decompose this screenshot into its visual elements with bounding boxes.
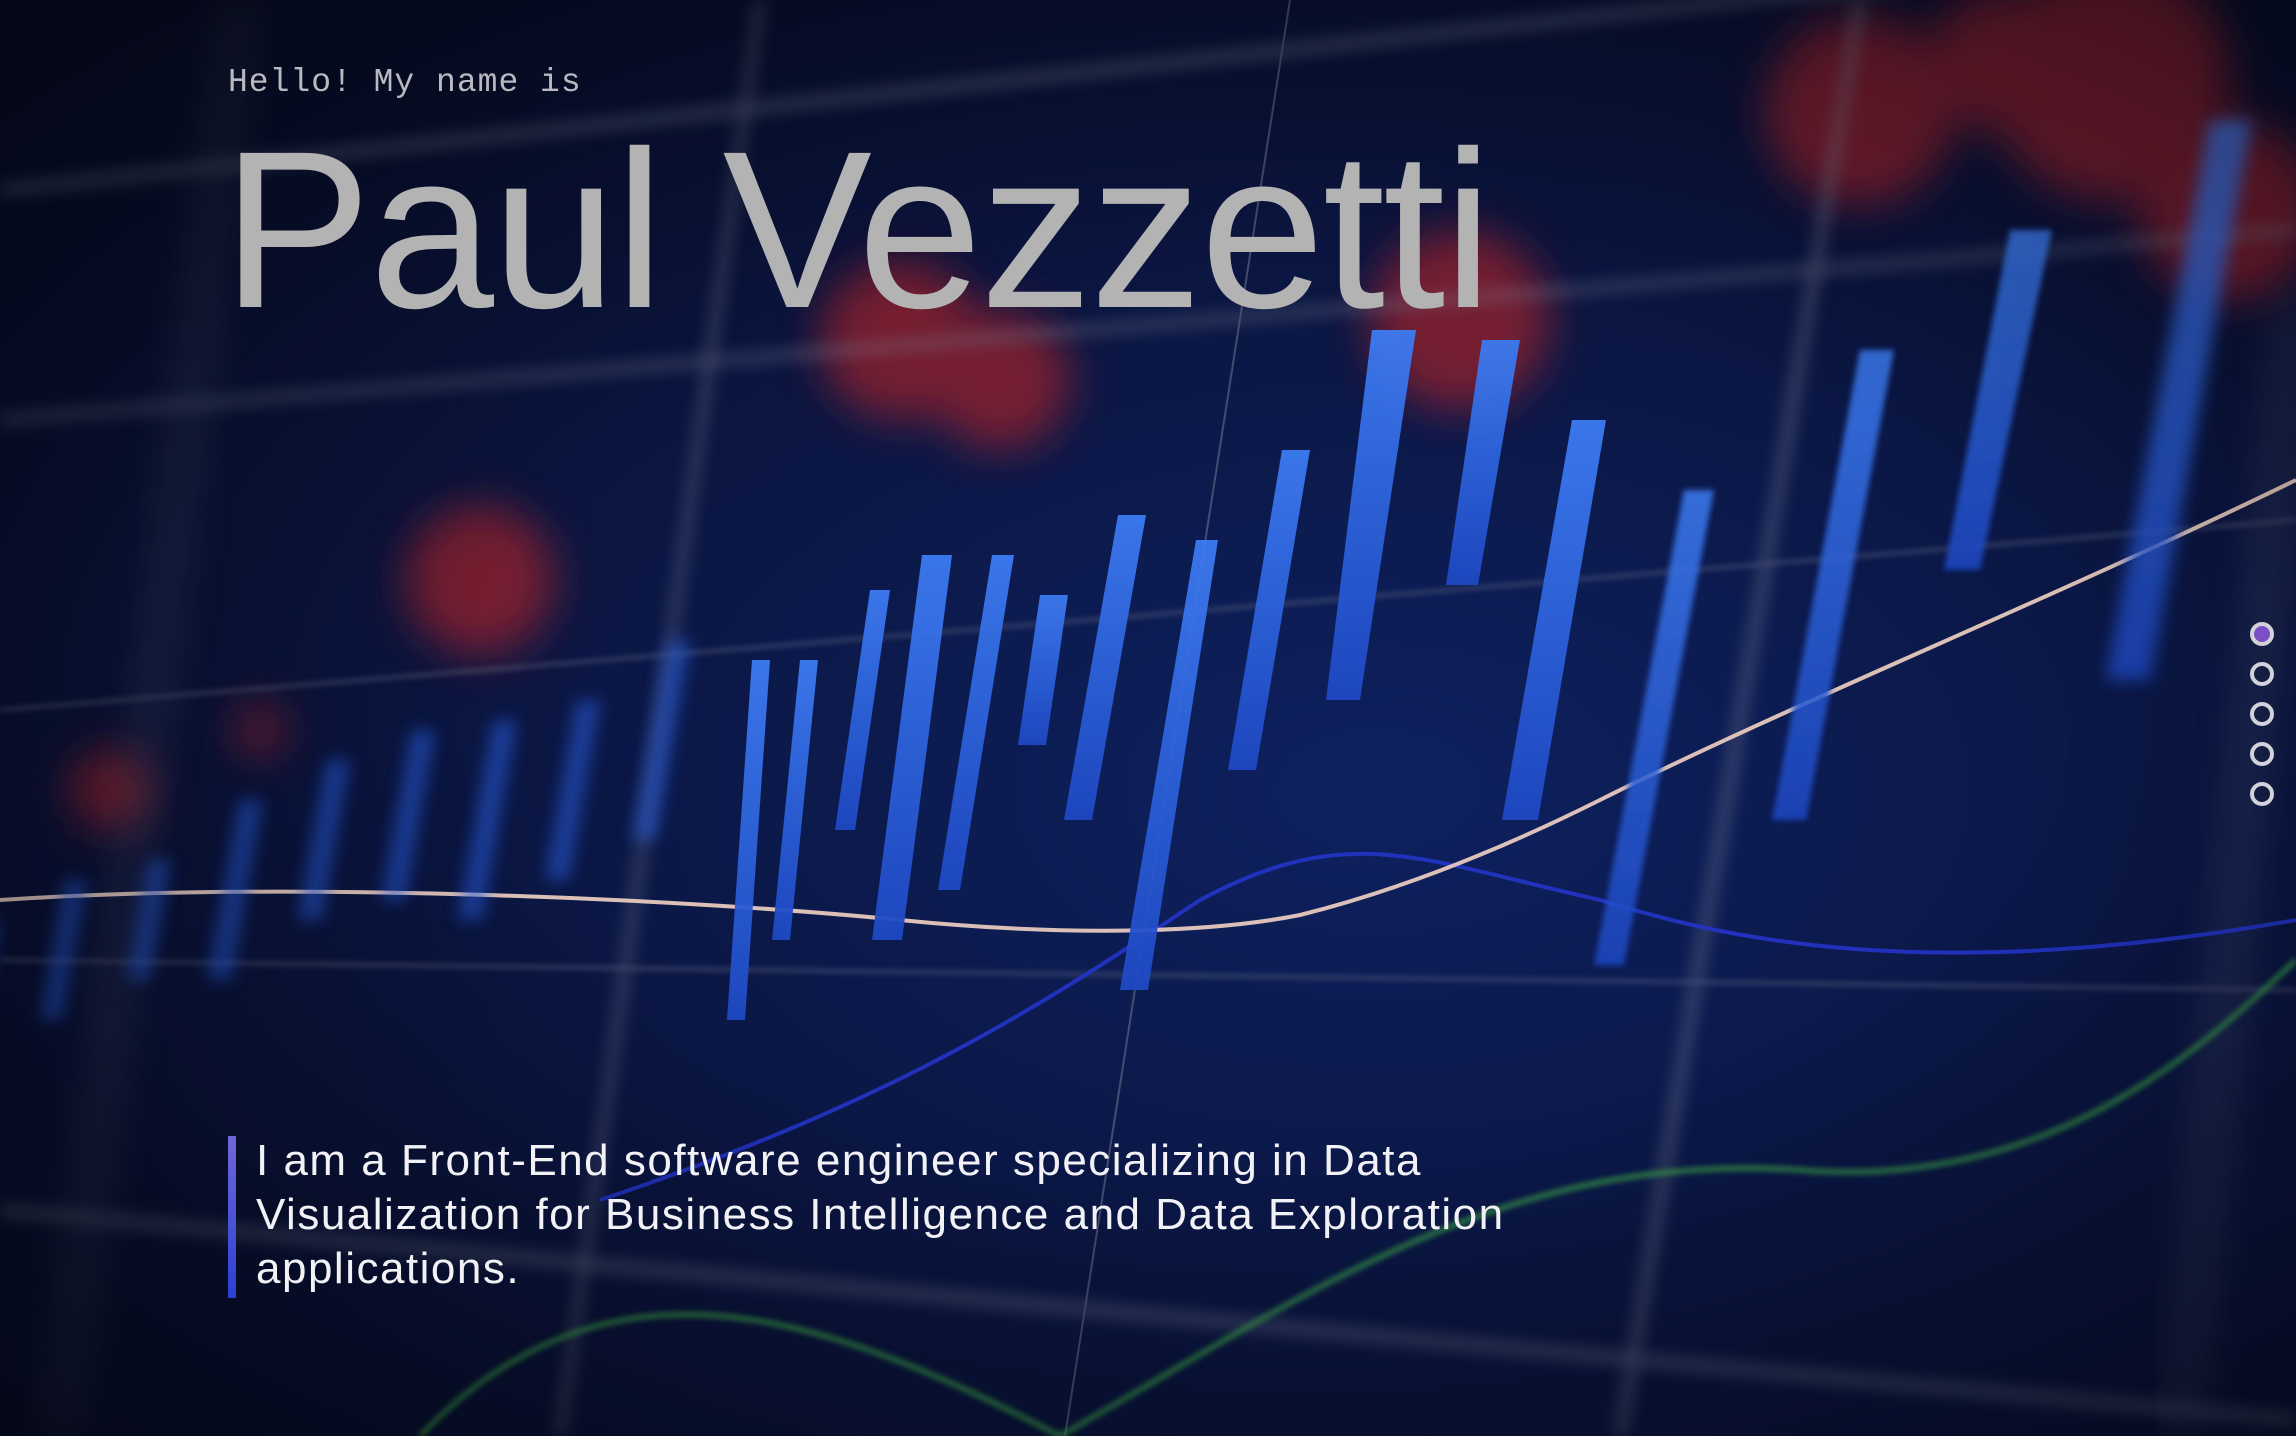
section-dot-2[interactable] <box>2250 662 2274 686</box>
section-dot-5[interactable] <box>2250 782 2274 806</box>
section-nav-dots <box>2250 622 2274 822</box>
tagline-accent-bar <box>228 1136 236 1298</box>
tagline-text: I am a Front-End software engineer speci… <box>256 1136 1505 1293</box>
section-dot-4[interactable] <box>2250 742 2274 766</box>
greeting-text: Hello! My name is <box>228 64 582 101</box>
hero-page: Hello! My name is Paul Vezzetti I am a F… <box>0 0 2296 1436</box>
tagline-block: I am a Front-End software engineer speci… <box>228 1134 1616 1298</box>
section-dot-3[interactable] <box>2250 702 2274 726</box>
hero-name: Paul Vezzetti <box>222 105 1493 355</box>
section-dot-1[interactable] <box>2250 622 2274 646</box>
